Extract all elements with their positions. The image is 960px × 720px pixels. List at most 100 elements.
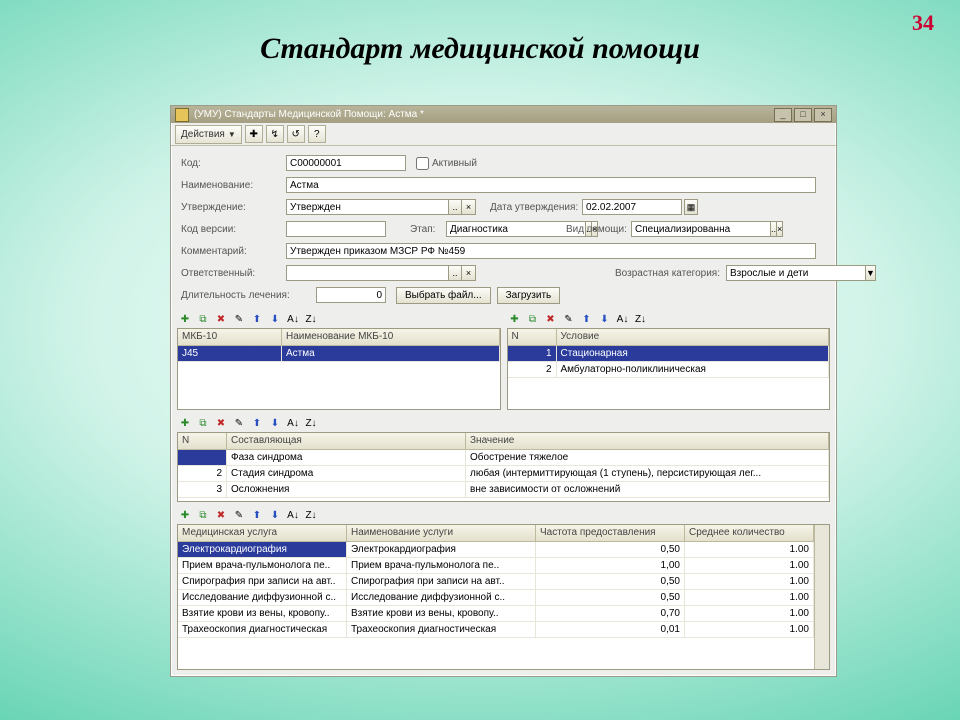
sort-az-icon[interactable]: A↓ <box>285 312 301 327</box>
stage-combo[interactable]: ..× <box>446 221 556 237</box>
down-icon[interactable]: ⬇ <box>597 312 613 327</box>
edit-icon[interactable]: ✎ <box>231 508 247 523</box>
col-freq[interactable]: Частота предоставления <box>536 525 685 541</box>
delete-icon[interactable]: ✖ <box>213 508 229 523</box>
sort-za-icon[interactable]: Z↓ <box>303 508 319 523</box>
window-title: (УМУ) Стандарты Медицинской Помощи: Астм… <box>194 109 774 120</box>
col-n[interactable]: N <box>508 329 557 345</box>
sort-az-icon[interactable]: A↓ <box>285 508 301 523</box>
grid4-toolbar: ✚ ⧉ ✖ ✎ ⬆ ⬇ A↓ Z↓ <box>177 506 830 524</box>
edit-icon[interactable]: ✎ <box>231 312 247 327</box>
aid-combo[interactable]: ..× <box>631 221 759 237</box>
table-row[interactable]: ЭлектрокардиографияЭлектрокардиография0,… <box>178 542 814 558</box>
main-toolbar: Действия▼ ✚ ↯ ↺ ? <box>171 123 836 146</box>
conditions-grid[interactable]: N Условие 1 Стационарная 2 Амбулаторно-п… <box>507 328 831 410</box>
sort-az-icon[interactable]: A↓ <box>285 416 301 431</box>
delete-icon[interactable]: ✖ <box>213 312 229 327</box>
active-label: Активный <box>432 158 477 169</box>
file-button[interactable]: Выбрать файл... <box>396 287 491 304</box>
edit-icon[interactable]: ✎ <box>231 416 247 431</box>
col-mkb-name[interactable]: Наименование МКБ-10 <box>282 329 500 345</box>
add-icon[interactable]: ✚ <box>177 312 193 327</box>
up-icon[interactable]: ⬆ <box>249 416 265 431</box>
delete-icon[interactable]: ✖ <box>213 416 229 431</box>
approval-label: Утверждение: <box>181 202 286 213</box>
sort-az-icon[interactable]: A↓ <box>615 312 631 327</box>
components-grid[interactable]: N Составляющая Значение Фаза синдрома Об… <box>177 432 830 502</box>
insert-icon[interactable]: ⧉ <box>525 312 541 327</box>
down-icon[interactable]: ⬇ <box>267 508 283 523</box>
page-title: Стандарт медицинской помощи <box>0 32 960 66</box>
nav-icon[interactable]: ↯ <box>266 125 284 143</box>
version-input[interactable] <box>286 221 386 237</box>
insert-icon[interactable]: ⧉ <box>195 416 211 431</box>
col-component[interactable]: Составляющая <box>227 433 466 449</box>
active-checkbox[interactable] <box>416 157 429 170</box>
table-row[interactable]: Взятие крови из вены, кровопу..Взятие кр… <box>178 606 814 622</box>
stage-label: Этап: <box>410 224 446 235</box>
maximize-button[interactable]: □ <box>794 108 812 122</box>
table-row[interactable]: Трахеоскопия диагностическаяТрахеоскопия… <box>178 622 814 638</box>
scrollbar[interactable] <box>814 525 829 669</box>
add-icon[interactable]: ✚ <box>507 312 523 327</box>
table-row[interactable]: 3 Осложнения вне зависимости от осложнен… <box>178 482 829 498</box>
insert-icon[interactable]: ⧉ <box>195 312 211 327</box>
refresh-icon[interactable]: ↺ <box>287 125 305 143</box>
insert-icon[interactable]: ⧉ <box>195 508 211 523</box>
up-icon[interactable]: ⬆ <box>249 312 265 327</box>
mkb-grid[interactable]: МКБ-10 Наименование МКБ-10 J45 Астма <box>177 328 501 410</box>
table-row[interactable]: Фаза синдрома Обострение тяжелое <box>178 450 829 466</box>
load-button[interactable]: Загрузить <box>497 287 561 304</box>
sort-za-icon[interactable]: Z↓ <box>303 416 319 431</box>
add-icon[interactable]: ✚ <box>245 125 263 143</box>
close-button[interactable]: × <box>814 108 832 122</box>
col-avg[interactable]: Среднее количество <box>685 525 814 541</box>
sort-za-icon[interactable]: Z↓ <box>303 312 319 327</box>
grid3-toolbar: ✚ ⧉ ✖ ✎ ⬆ ⬇ A↓ Z↓ <box>177 414 830 432</box>
delete-icon[interactable]: ✖ <box>543 312 559 327</box>
app-window: (УМУ) Стандарты Медицинской Помощи: Астм… <box>170 105 837 677</box>
date-label: Дата утверждения: <box>490 202 582 213</box>
up-icon[interactable]: ⬆ <box>579 312 595 327</box>
help-button[interactable]: ? <box>308 125 326 143</box>
col-service[interactable]: Медицинская услуга <box>178 525 347 541</box>
resp-label: Ответственный: <box>181 268 286 279</box>
code-label: Код: <box>181 158 286 169</box>
actions-menu[interactable]: Действия▼ <box>175 125 242 144</box>
titlebar[interactable]: (УМУ) Стандарты Медицинской Помощи: Астм… <box>171 106 836 123</box>
code-input[interactable] <box>286 155 406 171</box>
grid2-toolbar: ✚ ⧉ ✖ ✎ ⬆ ⬇ A↓ Z↓ <box>507 310 831 328</box>
duration-input[interactable] <box>316 287 386 303</box>
edit-icon[interactable]: ✎ <box>561 312 577 327</box>
up-icon[interactable]: ⬆ <box>249 508 265 523</box>
app-icon <box>175 108 189 122</box>
down-icon[interactable]: ⬇ <box>267 416 283 431</box>
table-row[interactable]: 1 Стационарная <box>508 346 830 362</box>
table-row[interactable]: 2 Стадия синдрома любая (интермиттирующа… <box>178 466 829 482</box>
date-input[interactable] <box>582 199 682 215</box>
resp-combo[interactable]: ..× <box>286 265 476 281</box>
comment-input[interactable] <box>286 243 816 259</box>
table-row[interactable]: Спирография при записи на авт..Спирограф… <box>178 574 814 590</box>
col-mkb[interactable]: МКБ-10 <box>178 329 282 345</box>
table-row[interactable]: Исследование диффузионной с..Исследовани… <box>178 590 814 606</box>
name-input[interactable] <box>286 177 816 193</box>
services-grid[interactable]: Медицинская услуга Наименование услуги Ч… <box>177 524 830 670</box>
table-row[interactable]: J45 Астма <box>178 346 500 362</box>
down-icon[interactable]: ⬇ <box>267 312 283 327</box>
add-icon[interactable]: ✚ <box>177 508 193 523</box>
calendar-icon[interactable]: ▦ <box>684 199 698 215</box>
table-row[interactable]: Прием врача-пульмонолога пе..Прием врача… <box>178 558 814 574</box>
col-service-name[interactable]: Наименование услуги <box>347 525 536 541</box>
approval-combo[interactable]: ..× <box>286 199 476 215</box>
table-row[interactable]: 2 Амбулаторно-поликлиническая <box>508 362 830 378</box>
col-n[interactable]: N <box>178 433 227 449</box>
minimize-button[interactable]: _ <box>774 108 792 122</box>
col-value[interactable]: Значение <box>466 433 829 449</box>
age-combo[interactable]: ▼ <box>726 265 826 281</box>
add-icon[interactable]: ✚ <box>177 416 193 431</box>
col-condition[interactable]: Условие <box>557 329 830 345</box>
version-label: Код версии: <box>181 224 286 235</box>
sort-za-icon[interactable]: Z↓ <box>633 312 649 327</box>
form: Код: Активный Наименование: Утверждение:… <box>171 146 836 310</box>
